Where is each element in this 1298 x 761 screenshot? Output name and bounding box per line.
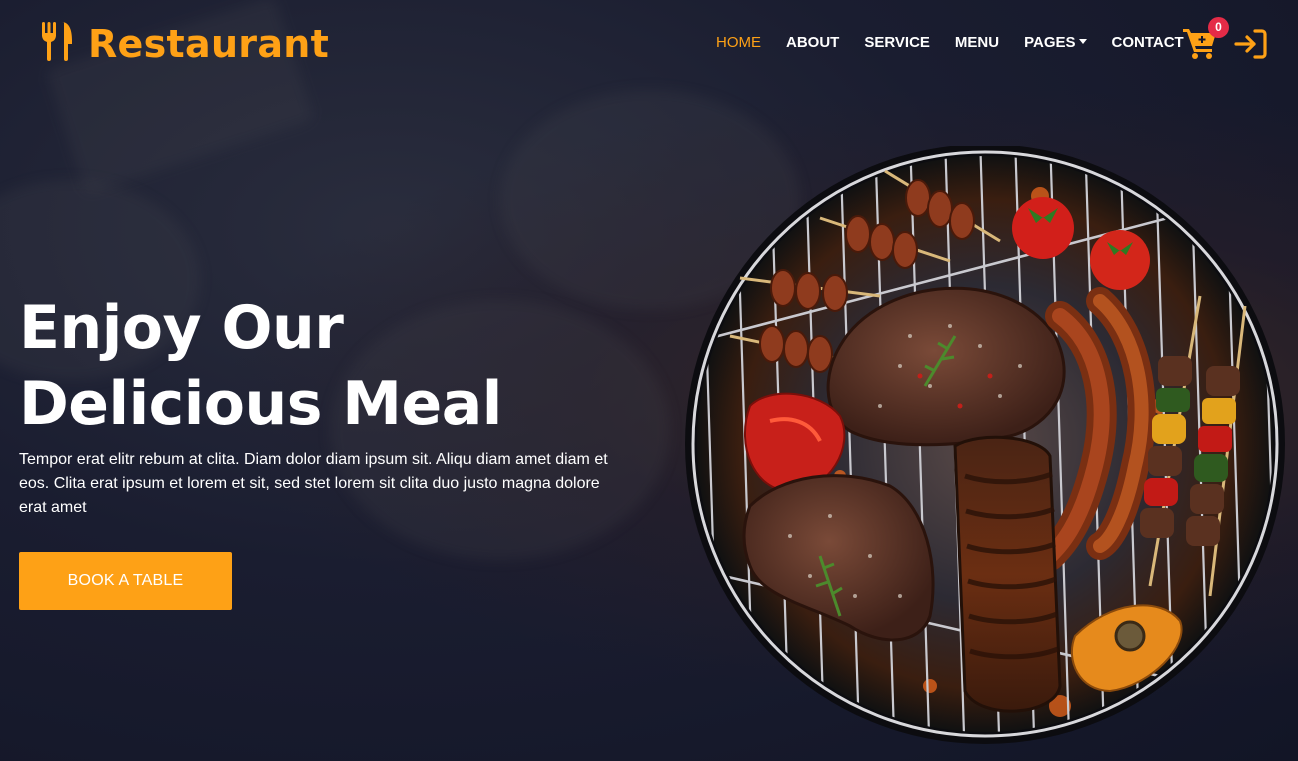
hero-section: Restaurant HOME ABOUT SERVICE MENU PAGES… — [0, 0, 1298, 761]
cart-count-badge: 0 — [1208, 17, 1229, 38]
grilled-meat-bbq-image — [680, 144, 1290, 746]
nav-item-contact[interactable]: CONTACT — [1112, 34, 1184, 51]
hero-title: Enjoy Our Delicious Meal — [19, 290, 639, 442]
hero-title-line2: Delicious Meal — [19, 369, 502, 439]
brand-logo[interactable]: Restaurant — [40, 20, 329, 67]
nav-item-service[interactable]: SERVICE — [864, 34, 930, 51]
nav-item-pages-label: PAGES — [1024, 34, 1076, 51]
sign-in-icon[interactable] — [1234, 28, 1268, 60]
nav-item-menu[interactable]: MENU — [955, 34, 999, 51]
caret-down-icon — [1078, 38, 1087, 44]
utensils-icon — [40, 20, 74, 67]
navbar: Restaurant HOME ABOUT SERVICE MENU PAGES… — [0, 0, 1298, 88]
hero-title-line1: Enjoy Our — [19, 293, 344, 363]
nav-item-home[interactable]: HOME — [716, 34, 761, 51]
nav-item-about[interactable]: ABOUT — [786, 34, 839, 51]
hero-description: Tempor erat elitr rebum at clita. Diam d… — [19, 451, 608, 516]
book-a-table-button[interactable]: BOOK A TABLE — [19, 552, 232, 610]
nav-menu: HOME ABOUT SERVICE MENU PAGES CONTACT — [716, 34, 1209, 51]
nav-item-pages-dropdown[interactable]: PAGES — [1024, 34, 1087, 51]
brand-name: Restaurant — [88, 21, 330, 66]
